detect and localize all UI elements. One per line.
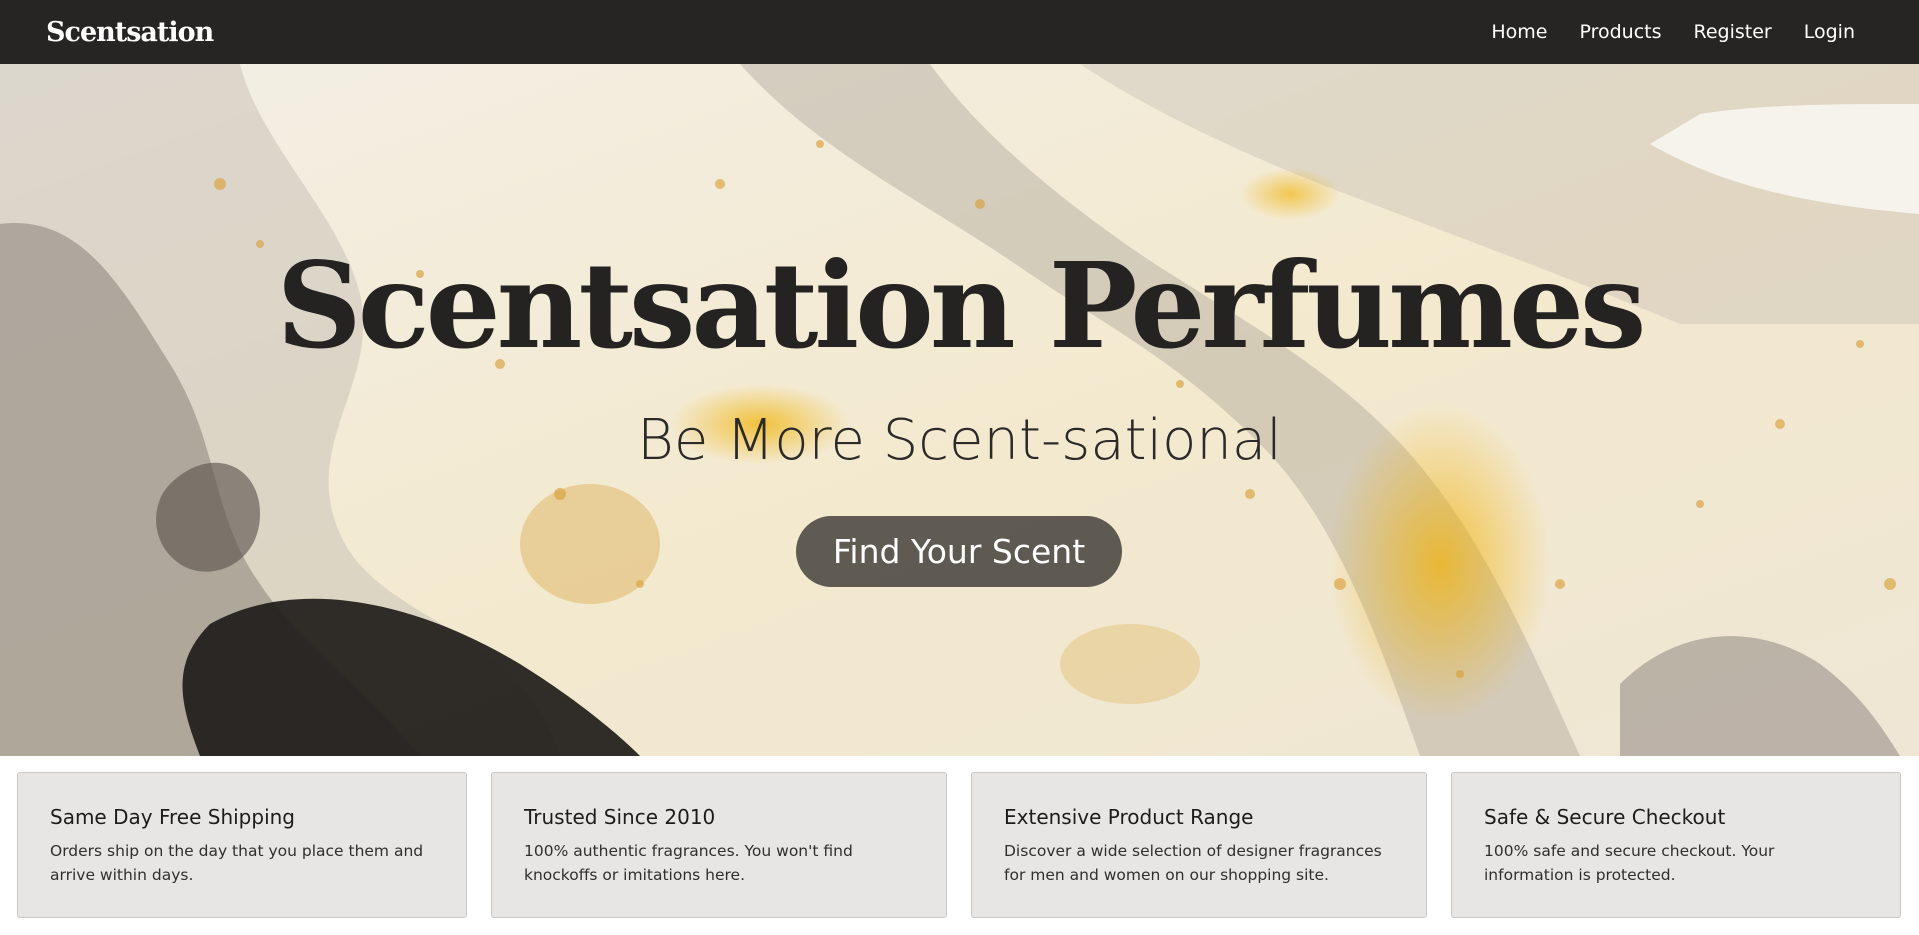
nav-link-home[interactable]: Home: [1491, 21, 1547, 43]
brand-logo[interactable]: Scentsation: [46, 17, 214, 48]
top-navbar: Scentsation Home Products Register Login: [0, 0, 1919, 64]
feature-title: Extensive Product Range: [1004, 805, 1254, 829]
feature-card-trusted: Trusted Since 2010 100% authentic fragra…: [491, 772, 947, 918]
nav-links: Home Products Register Login: [1491, 21, 1855, 43]
feature-title: Safe & Secure Checkout: [1484, 805, 1726, 829]
feature-text: 100% authentic fragrances. You won't fin…: [524, 842, 853, 884]
nav-link-products[interactable]: Products: [1579, 21, 1661, 43]
feature-title: Trusted Since 2010: [524, 805, 716, 829]
feature-text: 100% safe and secure checkout. Your info…: [1484, 842, 1775, 884]
feature-title: Same Day Free Shipping: [50, 805, 295, 829]
feature-card-secure-checkout: Safe & Secure Checkout 100% safe and sec…: [1451, 772, 1901, 918]
feature-text: Discover a wide selection of designer fr…: [1004, 842, 1382, 884]
nav-link-register[interactable]: Register: [1694, 21, 1772, 43]
hero-title: Scentsation Perfumes: [276, 236, 1647, 375]
find-your-scent-button[interactable]: Find Your Scent: [796, 516, 1122, 587]
feature-text: Orders ship on the day that you place th…: [50, 842, 424, 884]
feature-card-shipping: Same Day Free Shipping Orders ship on th…: [17, 772, 467, 918]
hero-subtitle: Be More Scent-sational: [637, 408, 1282, 473]
features-section: Same Day Free Shipping Orders ship on th…: [0, 756, 1919, 935]
hero-content: Scentsation Perfumes Be More Scent-satio…: [0, 64, 1919, 756]
hero-section: Scentsation Perfumes Be More Scent-satio…: [0, 64, 1919, 756]
nav-link-login[interactable]: Login: [1804, 21, 1855, 43]
feature-card-product-range: Extensive Product Range Discover a wide …: [971, 772, 1427, 918]
